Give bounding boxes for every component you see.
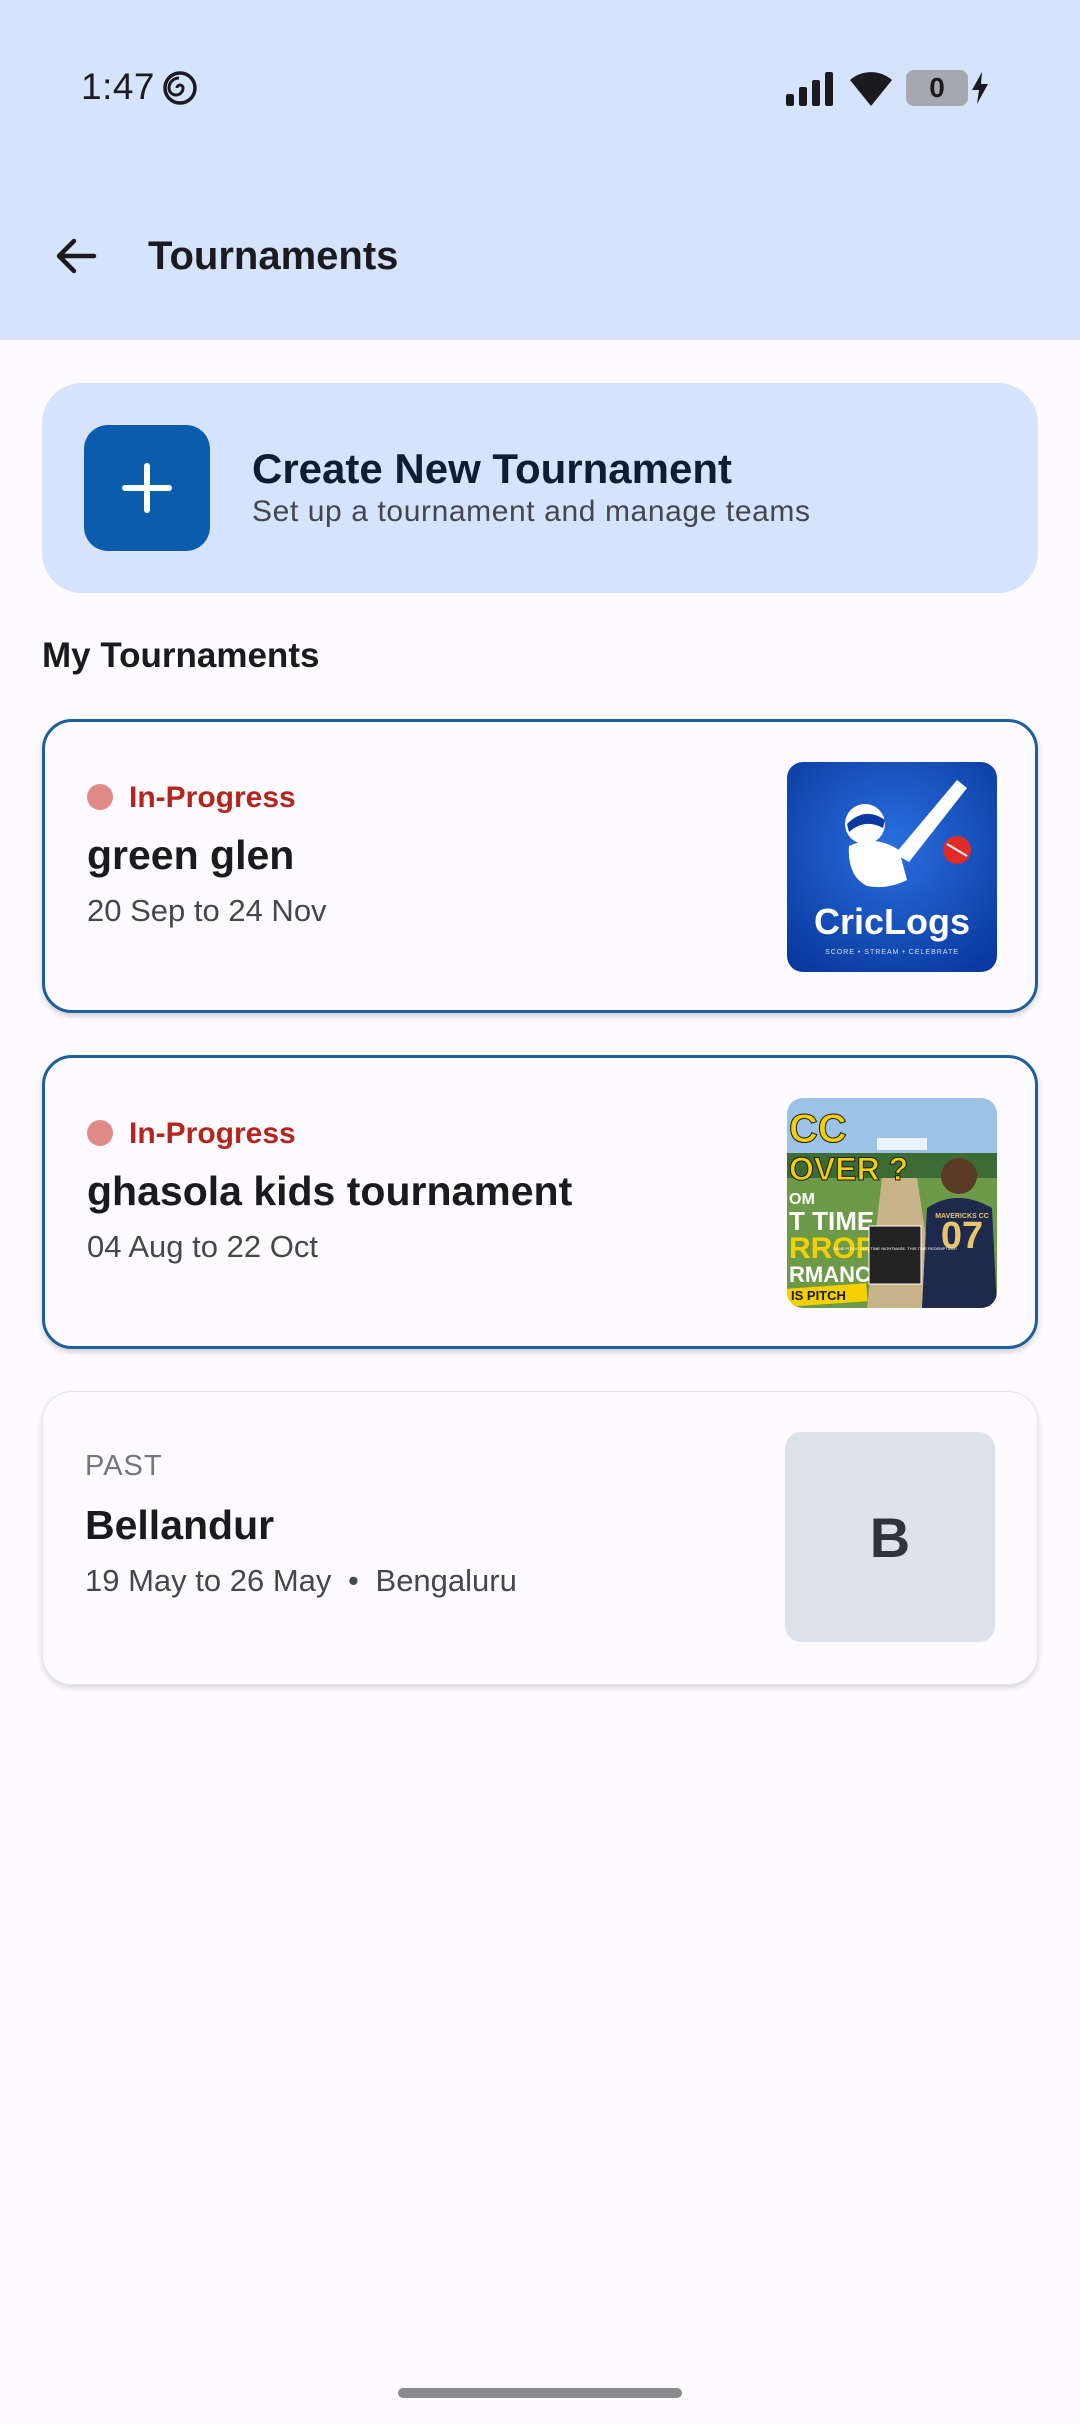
- create-tournament-button[interactable]: Create New Tournament Set up a tournamen…: [42, 383, 1038, 593]
- tournament-card[interactable]: In-Progress green glen 20 Sep to 24 Nov …: [42, 719, 1038, 1013]
- status-dot: [87, 784, 113, 810]
- status-time: 1:47: [81, 66, 156, 107]
- gesture-nav-handle[interactable]: [398, 2388, 682, 2398]
- battery-icon: 0: [906, 70, 968, 106]
- tournament-name: Bellandur: [85, 1502, 275, 1548]
- create-tournament-subtitle: Set up a tournament and manage teams: [252, 495, 811, 528]
- logo-tagline: SCORE • STREAM • CELEBRATE: [825, 949, 959, 956]
- jersey-name: MAVERICKS CC: [935, 1213, 989, 1220]
- headline-line: CC: [789, 1107, 847, 1151]
- tournament-card[interactable]: In-Progress ghasola kids tournament 04 A…: [42, 1055, 1038, 1349]
- tournament-dates: 19 May to 26 May: [85, 1563, 332, 1598]
- sign-text: SAME PITCH. LAST TIME NIGHTMARE. THIS TI…: [833, 1246, 958, 1251]
- page-title: Tournaments: [148, 234, 399, 278]
- tournament-logo: CricLogs SCORE • STREAM • CELEBRATE: [787, 762, 997, 972]
- status-badge: In-Progress: [129, 1117, 296, 1150]
- logo-text: CricLogs: [814, 901, 970, 942]
- separator-dot: •: [348, 1563, 359, 1598]
- section-title: My Tournaments: [42, 636, 320, 675]
- status-dot: [87, 1120, 113, 1146]
- plus-icon: [84, 425, 210, 551]
- tournament-dates: 20 Sep to 24 Nov: [87, 893, 327, 928]
- wifi-icon: [850, 72, 892, 106]
- arrow-left-icon: [56, 238, 97, 274]
- app-bar: 1:47 0 Tournaments: [0, 0, 1080, 340]
- spiral-icon: [163, 71, 197, 105]
- status-bar: 1:47 0: [0, 0, 1080, 176]
- tournament-dates-location: 19 May to 26 May • Bengaluru: [85, 1563, 517, 1599]
- tournament-image: 07 MAVERICKS CC CC OVER ? OM T TIME RROR…: [787, 1098, 997, 1308]
- tournament-name: ghasola kids tournament: [87, 1168, 573, 1214]
- back-button[interactable]: [40, 220, 112, 292]
- tournament-dates: 04 Aug to 22 Oct: [87, 1229, 318, 1264]
- headline-line: OVER ?: [789, 1151, 908, 1187]
- create-tournament-title: Create New Tournament: [252, 445, 732, 492]
- tournament-initial-avatar: B: [785, 1432, 995, 1642]
- tournament-name: green glen: [87, 832, 295, 878]
- status-badge: In-Progress: [129, 781, 296, 814]
- tournament-location: Bengaluru: [375, 1563, 517, 1598]
- headline-line: IS PITCH: [791, 1288, 846, 1303]
- status-badge: PAST: [85, 1450, 163, 1482]
- charging-bolt-icon: [972, 72, 988, 104]
- signal-icon: [786, 72, 833, 106]
- tournament-card[interactable]: PAST Bellandur 19 May to 26 May • Bengal…: [42, 1391, 1038, 1685]
- battery-level: 0: [929, 72, 945, 103]
